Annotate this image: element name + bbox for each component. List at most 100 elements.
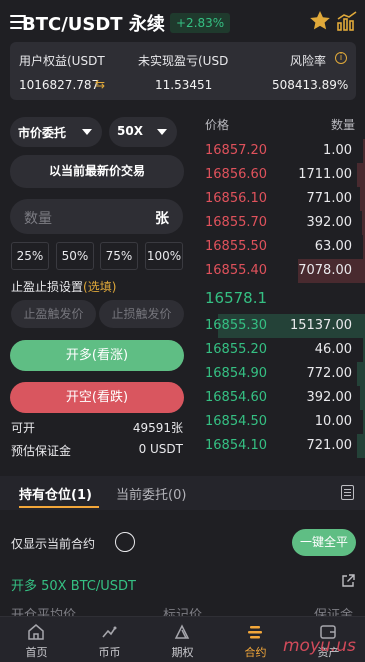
ask-row[interactable]: 16855.50 63.00 [197,235,365,259]
ask-price: 16855.50 [205,239,268,254]
tp-sl-label[interactable]: 止盈止损设置(选填) [11,278,116,295]
tp-sl-optional: (选填) [83,280,117,294]
bid-row[interactable]: 16854.50 10.00 [197,410,365,434]
take-profit-input[interactable]: 止盈触发价 [11,300,96,328]
nav-home[interactable]: 首页 [0,617,73,662]
ask-qty: 63.00 [314,239,352,254]
bid-qty: 10.00 [314,414,352,429]
unrealized-pnl-value: 11.53451 [155,78,213,92]
ask-row[interactable]: 16855.70 392.00 [197,211,365,235]
nav-options[interactable]: 期权 [146,617,219,662]
bid-qty: 772.00 [306,366,353,381]
watermark: moyu.us [283,636,356,656]
ask-depth-bar [357,163,365,187]
available-label: 可开 [11,421,36,435]
ask-row[interactable]: 16856.10 771.00 [197,187,365,211]
quantity-input[interactable]: 数量 张 [10,199,183,234]
ask-qty: 1711.00 [298,167,352,182]
bid-qty: 392.00 [306,390,353,405]
position-title[interactable]: 开多 50X BTC/USDT [11,575,136,594]
percent-50-button[interactable]: 50% [56,242,94,270]
stop-loss-input[interactable]: 止损触发价 [99,300,184,328]
star-icon[interactable] [308,9,332,33]
home-icon [28,624,44,640]
only-current-radio[interactable] [115,532,135,552]
chevron-down-icon [157,129,167,135]
leverage-select[interactable]: 50X [109,117,177,147]
ask-row[interactable]: 16857.20 1.00 [197,139,365,163]
leverage-value: 50X [117,124,143,138]
positions-tabs: 持有仓位(1) 当前委托(0) [0,476,365,510]
ask-row[interactable]: 16855.40 7078.00 [197,259,365,283]
order-type-select[interactable]: 市价委托 [10,117,102,147]
nav-contract-label: 合约 [244,646,267,659]
bid-depth-bar [357,362,365,386]
contract-title[interactable]: BTC/USDT 永续 [22,10,165,36]
available-value: 49591张 [132,421,183,435]
bid-row[interactable]: 16855.20 46.00 [197,338,365,362]
change-badge: +2.83% [170,13,231,33]
header: BTC/USDT 永续 +2.83% [0,0,365,44]
bid-price: 16854.60 [205,390,268,405]
tab-open-orders[interactable]: 当前委托(0) [116,484,186,503]
info-icon[interactable]: i [335,52,347,64]
bid-price: 16854.50 [205,414,268,429]
ask-depth-bar [360,187,365,211]
bid-qty: 46.00 [314,342,352,357]
chevron-down-icon [82,129,92,135]
nav-spot[interactable]: 币币 [73,617,146,662]
ask-price: 16856.60 [205,167,268,182]
bid-qty: 721.00 [306,438,353,453]
risk-rate-label: 风险率 [290,54,327,68]
equity-label: 用户权益(USDT [19,54,105,68]
nav-options-label: 期权 [171,646,194,659]
close-all-button[interactable]: 一键全平 [292,529,356,556]
equity-value: 1016827.787 [19,78,100,92]
contract-icon [248,626,262,639]
bid-price: 16854.90 [205,366,268,381]
bid-row[interactable]: 16854.90 772.00 [197,362,365,386]
ask-qty: 1.00 [323,143,352,158]
bid-price: 16855.20 [205,342,268,357]
spot-icon [102,626,117,638]
open-long-button[interactable]: 开多(看涨) [10,340,184,371]
bid-row[interactable]: 16854.60 392.00 [197,386,365,410]
ask-price: 16856.10 [205,191,268,206]
ask-qty: 392.00 [306,215,353,230]
order-type-value: 市价委托 [18,126,67,140]
bid-depth-bar [360,386,365,410]
orderbook-price-header: 价格 [205,118,230,132]
ask-row[interactable]: 16856.60 1711.00 [197,163,365,187]
ask-qty: 7078.00 [298,263,352,278]
tp-sl-text: 止盈止损设置 [11,280,84,294]
ask-qty: 771.00 [306,191,353,206]
bid-row[interactable]: 16855.30 15137.00 [197,314,365,338]
margin-label: 预估保证金 [11,444,72,458]
ask-price: 16855.70 [205,215,268,230]
ask-price: 16857.20 [205,143,268,158]
options-icon [174,624,190,639]
swap-icon[interactable]: ⇆ [95,77,105,91]
share-icon[interactable] [341,574,355,588]
kline-chart-icon[interactable] [336,10,358,32]
percent-75-button[interactable]: 75% [100,242,138,270]
tab-active-indicator [19,506,99,508]
open-short-button[interactable]: 开空(看跌) [10,382,184,413]
quantity-unit: 张 [155,211,169,227]
bid-depth-bar [357,434,365,458]
order-list-icon[interactable] [341,485,354,500]
bid-qty: 15137.00 [289,318,352,333]
percent-100-button[interactable]: 100% [145,242,183,270]
unrealized-pnl-label: 未实现盈亏(USD [138,54,229,68]
nav-home-label: 首页 [25,646,48,659]
bid-row[interactable]: 16854.10 721.00 [197,434,365,458]
quantity-placeholder: 数量 [24,211,52,227]
percent-25-button[interactable]: 25% [11,242,49,270]
market-price-button[interactable]: 以当前最新价交易 [10,155,184,188]
tab-holdings[interactable]: 持有仓位(1) [19,484,92,503]
ask-price: 16855.40 [205,263,268,278]
bid-price: 16854.10 [205,438,268,453]
orderbook-qty-header: 数量 [331,118,356,132]
nav-contract[interactable]: 合约 [219,617,292,662]
bid-price: 16855.30 [205,318,268,333]
